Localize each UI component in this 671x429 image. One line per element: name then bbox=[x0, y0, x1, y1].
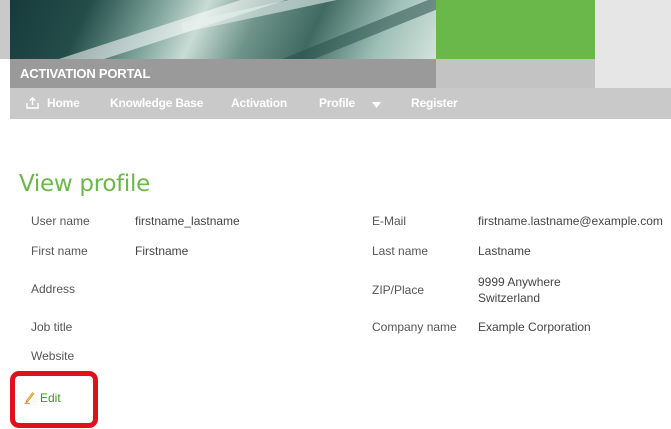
nav-home-label: Home bbox=[47, 96, 80, 110]
pencil-icon bbox=[24, 391, 35, 407]
zip-place-value-line2: Switzerland bbox=[478, 291, 541, 305]
banner-left-bar bbox=[0, 0, 10, 59]
edit-label: Edit bbox=[40, 391, 61, 405]
jobtitle-label: Job title bbox=[31, 320, 73, 334]
portal-title-bar: ACTIVATION PORTAL bbox=[10, 59, 436, 88]
nav-item-knowledge-base[interactable]: Knowledge Base bbox=[110, 96, 203, 110]
portal-title: ACTIVATION PORTAL bbox=[20, 66, 151, 81]
company-value: Example Corporation bbox=[478, 320, 591, 334]
email-label: E-Mail bbox=[372, 214, 407, 228]
zip-place-value-line1: 9999 Anywhere bbox=[478, 275, 561, 289]
username-label: User name bbox=[31, 214, 90, 228]
company-label: Company name bbox=[372, 320, 457, 334]
home-icon bbox=[26, 96, 39, 112]
nav-item-profile[interactable]: Profile bbox=[319, 96, 355, 110]
banner-image bbox=[10, 0, 436, 59]
main-nav: Home Knowledge Base Activation Profile R… bbox=[10, 88, 671, 119]
nav-item-home[interactable]: Home bbox=[26, 96, 80, 112]
address-label: Address bbox=[31, 282, 76, 296]
username-value: firstname_lastname bbox=[135, 214, 240, 228]
banner-green-block bbox=[436, 0, 595, 59]
edit-link[interactable]: Edit bbox=[24, 391, 61, 407]
nav-item-activation[interactable]: Activation bbox=[231, 96, 287, 110]
email-value: firstname.lastname@example.com bbox=[478, 214, 663, 228]
firstname-label: First name bbox=[31, 244, 88, 258]
page-title: View profile bbox=[19, 171, 150, 197]
zip-place-label: ZIP/Place bbox=[372, 283, 425, 297]
website-label: Website bbox=[31, 349, 75, 363]
nav-item-register[interactable]: Register bbox=[411, 96, 458, 110]
lastname-label: Last name bbox=[372, 244, 429, 258]
lastname-value: Lastname bbox=[478, 244, 531, 258]
caret-down-icon[interactable] bbox=[372, 97, 381, 111]
banner-gray-block bbox=[595, 0, 671, 88]
firstname-value: Firstname bbox=[135, 244, 189, 258]
title-bar-filler bbox=[436, 59, 595, 88]
